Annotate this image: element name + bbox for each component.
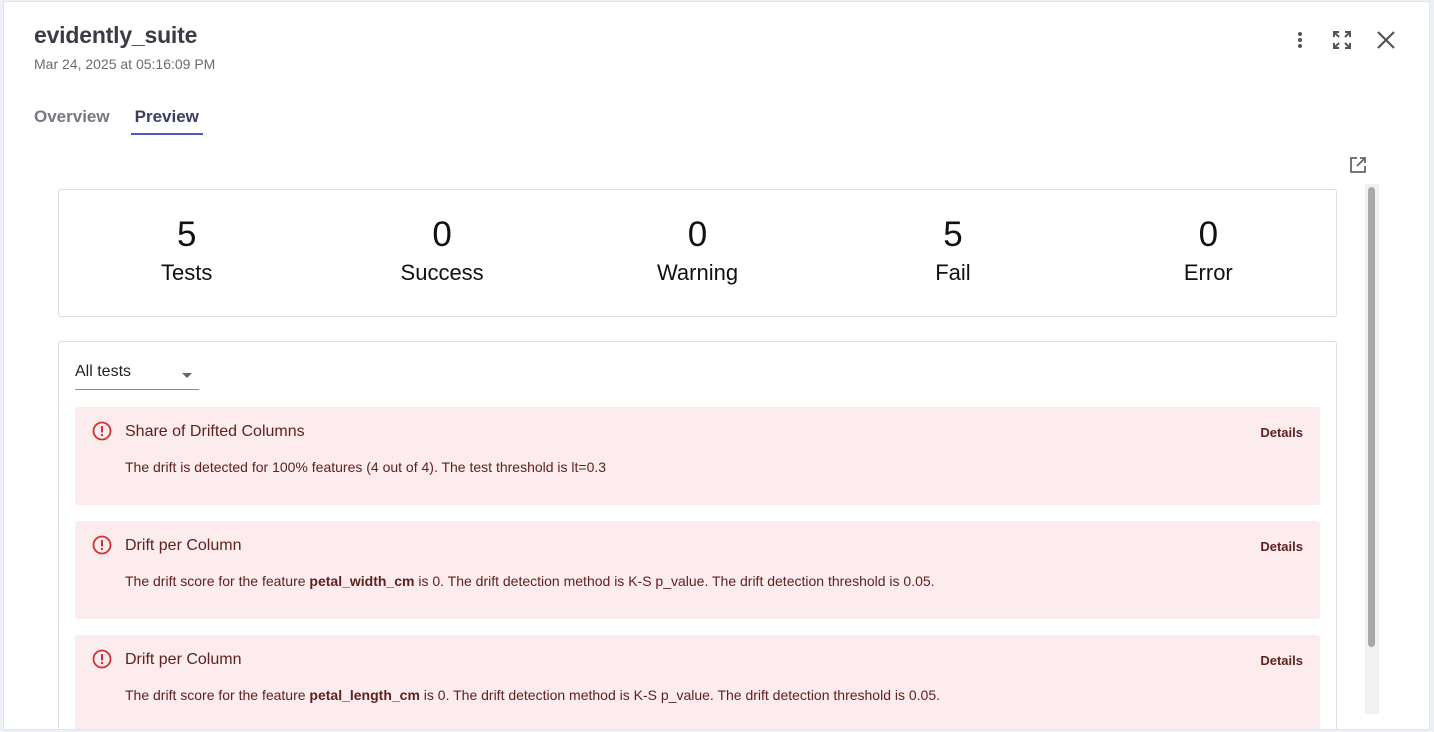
feature-name: petal_width_cm [309,573,415,589]
details-button[interactable]: Details [1260,539,1303,554]
description-text: The drift score for the feature [125,687,310,703]
timestamp: Mar 24, 2025 at 05:16:09 PM [34,56,216,72]
test-title: Drift per Column [125,651,242,668]
description-text: is 0. The drift detection method is K-S … [419,687,941,703]
test-description: The drift is detected for 100% features … [125,459,606,475]
error-outline-icon [92,649,112,669]
summary-warning: 0 Warning [570,190,825,316]
summary-count: 0 [432,215,452,254]
header-actions [1287,27,1399,53]
test-description: The drift score for the feature petal_le… [125,687,940,703]
scrollbar-thumb[interactable] [1368,187,1375,647]
test-result-item: Drift per Column Details The drift score… [75,635,1320,729]
details-button[interactable]: Details [1260,425,1303,440]
summary-label: Error [1183,260,1233,285]
close-icon[interactable] [1373,27,1399,53]
error-outline-icon [92,421,112,441]
description-text: The drift score for the feature [125,573,310,589]
feature-name: petal_length_cm [309,687,420,703]
summary-fail: 5 Fail [825,190,1080,316]
summary-label: Warning [656,260,739,285]
open-in-new-icon[interactable] [1348,155,1370,177]
summary-tests: 5 Tests [59,190,314,316]
summary-label: Fail [935,260,971,285]
summary-label: Tests [161,260,213,285]
summary-count: 5 [943,215,963,254]
summary-count: 0 [1198,215,1219,254]
test-title: Share of Drifted Columns [125,423,305,440]
test-description: The drift score for the feature petal_wi… [125,573,935,589]
test-filter-value: All tests [75,363,132,380]
summary-card: 5 Tests 0 Success 0 Warning 5 Fail 0 Err… [58,189,1337,317]
tab-preview[interactable]: Preview [130,104,203,135]
tab-bar: Overview Preview [34,104,203,135]
summary-label: Success [400,260,484,285]
details-button[interactable]: Details [1260,653,1303,668]
test-result-item: Drift per Column Details The drift score… [75,521,1320,619]
error-outline-icon [92,535,112,555]
tab-overview[interactable]: Overview [34,104,114,135]
summary-success: 0 Success [314,190,569,316]
summary-error: 0 Error [1081,190,1336,316]
test-filter-select[interactable]: All tests [75,363,199,390]
test-results-card: All tests Share of Drifted Columns Detai… [58,341,1337,729]
scrollbar[interactable] [1365,184,1379,714]
test-suite-panel: evidently_suite Mar 24, 2025 at 05:16:09… [3,1,1430,730]
description-text: is 0. The drift detection method is K-S … [414,573,935,589]
chevron-down-icon [182,373,192,378]
page-title: evidently_suite [34,22,198,48]
panel-header: evidently_suite Mar 24, 2025 at 05:16:09… [34,22,215,72]
more-vertical-icon[interactable] [1287,27,1313,53]
test-title: Drift per Column [125,537,242,554]
test-result-item: Share of Drifted Columns Details The dri… [75,407,1320,505]
description-text: The drift is detected for 100% features … [125,459,607,475]
summary-count: 5 [176,215,197,254]
summary-count: 0 [687,215,708,254]
fullscreen-icon[interactable] [1329,27,1355,53]
